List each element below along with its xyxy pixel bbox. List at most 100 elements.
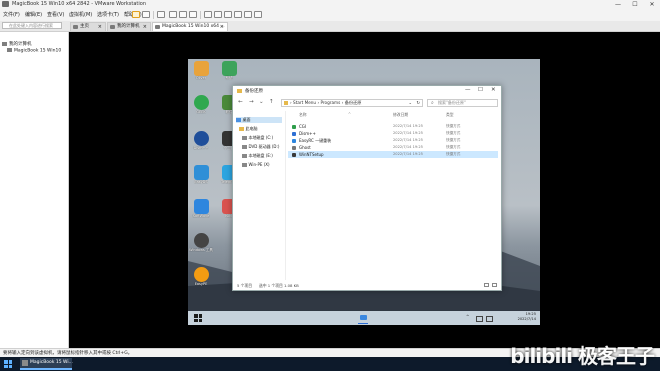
stretch-view-icon[interactable] [254, 11, 262, 18]
guest-desktop[interactable]: Oliver 系统 GEEK 软件 Dism++ 小工具 EasyDS Tele… [188, 59, 540, 325]
folder-icon [237, 89, 242, 93]
column-header-name[interactable]: 名称 [299, 112, 307, 118]
tree-item-vm[interactable]: MagicBook 15 Win10 [7, 48, 61, 54]
close-button[interactable]: ✕ [644, 0, 660, 9]
nav-item-desktop[interactable]: 桌面 [236, 117, 282, 123]
pe-icon [193, 267, 209, 282]
menu-view[interactable]: 查看(V) [47, 11, 64, 18]
vmware-logo-icon [2, 1, 9, 7]
breadcrumb-backup-restore[interactable]: 备份还原 [345, 100, 362, 105]
computer-icon [239, 127, 244, 131]
breadcrumb-separator: › [341, 100, 344, 105]
library-icon[interactable] [204, 11, 212, 18]
desktop-icon-geek[interactable]: GEEK [188, 95, 214, 114]
volume-icon[interactable] [486, 316, 493, 322]
explorer-title: 备份还原 [245, 89, 263, 94]
maximize-button[interactable]: ☐ [627, 0, 643, 9]
menu-vm[interactable]: 虚拟机(M) [69, 11, 92, 18]
home-icon [73, 25, 78, 29]
tab-label: MagicBook 15 Win10 x64 ... [162, 24, 225, 29]
desktop-icon-softwave[interactable]: SoftWave [188, 199, 214, 218]
desktop-icon-windows-tools[interactable]: Windows 工具 [188, 233, 214, 253]
tab-my-computer[interactable]: 我的计算机 × [107, 22, 151, 31]
desktop-icon-easype[interactable]: EasyPE [188, 267, 214, 286]
tab-close-icon[interactable]: × [220, 23, 224, 31]
tab-close-icon[interactable]: × [143, 23, 147, 31]
details-view-icon[interactable] [484, 283, 489, 287]
taskbar-app-vmware[interactable]: MagicBook 15 Wi... [20, 358, 73, 370]
desktop-icon-oliver[interactable]: Oliver [188, 61, 214, 80]
nav-item-this-pc[interactable]: 此电脑 [239, 126, 258, 132]
menu-edit[interactable]: 编辑(E) [25, 11, 42, 18]
large-icons-view-icon[interactable] [492, 283, 497, 287]
computer-icon [2, 41, 7, 46]
windows-start-icon[interactable] [194, 314, 202, 322]
tab-vm[interactable]: MagicBook 15 Win10 x64 ... × [152, 22, 228, 31]
console-view-icon[interactable] [244, 11, 252, 18]
snapshot-manager-icon[interactable] [189, 11, 197, 18]
file-row[interactable]: Ghost 2022/7/14 19:25 快捷方式 [288, 144, 498, 151]
thumbnail-icon[interactable] [214, 11, 222, 18]
forward-icon[interactable]: → [249, 99, 254, 105]
address-bar[interactable]: › Start Menu › Programs › 备份还原 ⌄ ↻ [281, 99, 423, 107]
nav-item-drive-x[interactable]: Win-PE (X) [242, 162, 270, 167]
file-name: EasyRC 一键重装 [299, 138, 332, 143]
tray-chevron-icon[interactable]: ^ [466, 314, 469, 319]
column-header-type[interactable]: 类型 [446, 112, 454, 118]
desktop-icon-dism[interactable]: Dism++ [188, 131, 214, 150]
recent-locations-icon[interactable]: ⌄ [259, 99, 264, 105]
nav-item-label: DVD 驱动器 (D:) [248, 144, 280, 149]
dropdown-icon[interactable] [142, 11, 150, 18]
explorer-window[interactable]: 备份还原 — ☐ ✕ ← → ⌄ ↑ › Start Menu › Progra… [232, 85, 502, 291]
nav-item-drive-c[interactable]: 本地磁盘 (C:) [242, 135, 273, 141]
address-dropdown-icon[interactable]: ⌄ [408, 100, 412, 106]
search-placeholder: 搜索"备份还原" [438, 100, 466, 105]
fullscreen-icon[interactable] [224, 11, 232, 18]
file-name: Dism++ [299, 131, 316, 136]
column-header-date[interactable]: 修改日期 [393, 112, 408, 118]
network-icon[interactable] [476, 316, 483, 322]
taskbar-clock[interactable]: 19:25 2022/7/14 [518, 312, 536, 322]
explorer-search-input[interactable]: ⌕ 搜索"备份还原" [427, 99, 498, 107]
item-count: 5 个项目 [237, 283, 253, 288]
file-row[interactable]: CGI 2022/7/14 19:25 快捷方式 [288, 123, 498, 130]
gear-icon [193, 131, 209, 146]
breadcrumb-separator: › [317, 100, 320, 105]
menu-file[interactable]: 文件(F) [3, 11, 20, 18]
up-icon[interactable]: ↑ [269, 99, 274, 105]
library-search-input[interactable]: 在此处键入内容进行搜索 [2, 22, 62, 29]
minimize-button[interactable]: — [610, 0, 626, 9]
explorer-statusbar: 5 个项目 选中 1 个项目 1.08 KB [233, 281, 501, 290]
taskbar-file-explorer-icon[interactable] [358, 313, 368, 324]
tab-close-icon[interactable]: × [98, 23, 102, 31]
maximize-button[interactable]: ☐ [478, 87, 483, 93]
unity-icon[interactable] [234, 11, 242, 18]
shortcut-icon [292, 132, 296, 136]
desktop-icon-easyds[interactable]: EasyDS [188, 165, 214, 184]
vm-icon [155, 25, 160, 29]
back-icon[interactable]: ← [238, 99, 243, 105]
breadcrumb-programs[interactable]: Programs [320, 100, 340, 105]
file-row[interactable]: Dism++ 2022/7/14 19:25 快捷方式 [288, 130, 498, 137]
minimize-button[interactable]: — [465, 87, 471, 93]
explorer-titlebar[interactable]: 备份还原 — ☐ ✕ [233, 86, 501, 96]
file-row-selected[interactable]: WinNTSetup 2022/7/14 19:25 快捷方式 [288, 151, 498, 158]
breadcrumb-start-menu[interactable]: Start Menu [293, 100, 316, 105]
window-title: MagicBook 15 Win10 x64 2842 - VMware Wor… [12, 1, 147, 7]
refresh-icon[interactable]: ↻ [416, 100, 420, 106]
nav-item-drive-d[interactable]: DVD 驱动器 (D:) [242, 144, 279, 150]
tab-home[interactable]: 主页 × [70, 22, 106, 31]
revert-snapshot-icon[interactable] [179, 11, 187, 18]
snapshot-icon[interactable] [169, 11, 177, 18]
windows-start-icon[interactable] [4, 360, 12, 368]
desktop-icon-system[interactable]: 系统 [216, 61, 242, 81]
send-ctrl-alt-del-icon[interactable] [157, 11, 165, 18]
tree-item-my-computer[interactable]: 我的计算机 [2, 41, 32, 47]
pause-icon[interactable] [132, 11, 140, 18]
file-date: 2022/7/14 19:25 [393, 152, 423, 156]
menu-tabs[interactable]: 选项卡(T) [97, 11, 119, 18]
file-row[interactable]: EasyRC 一键重装 2022/7/14 19:25 快捷方式 [288, 137, 498, 144]
file-date: 2022/7/14 19:25 [393, 131, 423, 135]
close-button[interactable]: ✕ [491, 87, 496, 93]
nav-item-drive-e[interactable]: 本地磁盘 (E:) [242, 153, 273, 159]
